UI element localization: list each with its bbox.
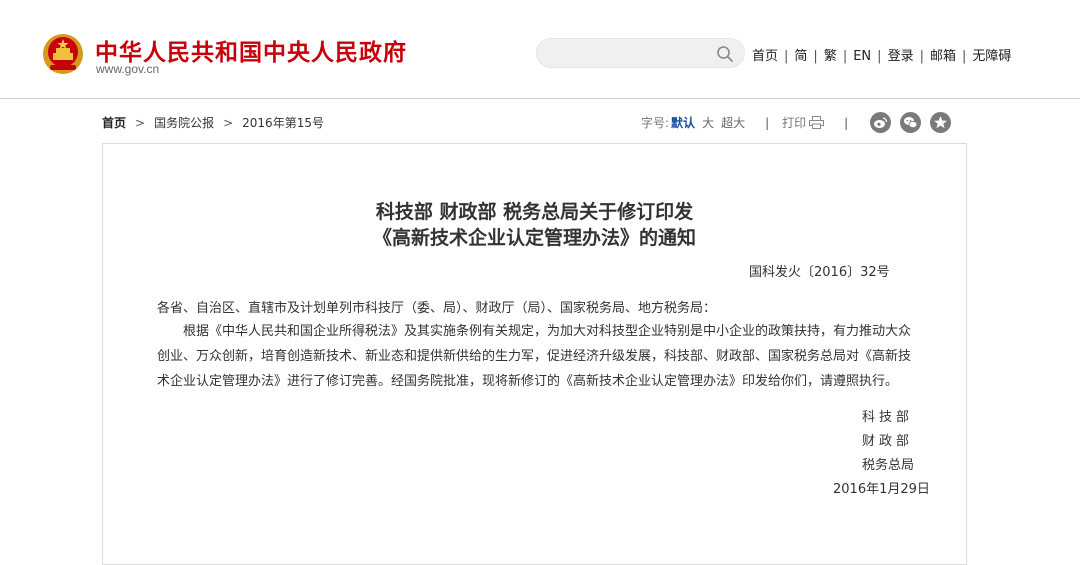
breadcrumb-bar: 首页 > 国务院公报 >2016年第15号 字号: 默认 大 超大 | 打印 | <box>0 99 1080 143</box>
document-title-line2: 《高新技术企业认定管理办法》的通知 <box>372 227 696 249</box>
breadcrumb-home[interactable]: 首页 <box>102 116 126 130</box>
signer-most: 科技部 <box>862 410 914 425</box>
print-label: 打印 <box>782 116 807 130</box>
chevron-right-icon: > <box>135 116 146 130</box>
signer-sat: 税务总局 <box>862 458 915 473</box>
signer-mof: 财政部 <box>862 434 914 449</box>
search-icon[interactable] <box>716 45 734 63</box>
nav-separator: | <box>842 49 848 64</box>
page-tools: 字号: 默认 大 超大 | 打印 | <box>641 112 952 133</box>
document-panel: 科技部 财政部 税务总局关于修订印发 《高新技术企业认定管理办法》的通知 国科发… <box>102 143 967 565</box>
nav-traditional[interactable]: 繁 <box>824 49 837 64</box>
wechat-icon[interactable] <box>900 112 922 133</box>
favorite-icon[interactable] <box>930 112 952 133</box>
font-size-xlarge[interactable]: 超大 <box>721 114 745 131</box>
document-title-line1: 科技部 财政部 税务总局关于修订印发 <box>375 201 694 223</box>
print-button[interactable]: 打印 <box>782 114 825 131</box>
font-size-large[interactable]: 大 <box>702 114 714 131</box>
printer-icon <box>809 116 825 129</box>
chevron-right-icon: > <box>223 116 234 130</box>
nav-separator: | <box>961 49 967 64</box>
search-input[interactable] <box>551 44 715 64</box>
document-number: 国科发火〔2016〕32号 <box>749 265 890 280</box>
document-body: 根据《中华人民共和国企业所得税法》及其实施条例有关规定，为加大对科技型企业特别是… <box>157 324 912 389</box>
nav-simplified[interactable]: 简 <box>794 49 807 64</box>
nav-english[interactable]: EN <box>853 49 871 64</box>
nav-separator: | <box>784 49 789 64</box>
nav-login[interactable]: 登录 <box>888 49 914 64</box>
national-emblem-icon[interactable] <box>42 33 84 75</box>
site-header: 中华人民共和国中央人民政府 www.gov.cn 首页 | 简 | 繁 | EN | 登录 | 邮箱… <box>0 0 1080 99</box>
tool-separator: | <box>765 115 770 130</box>
font-size-label: 字号: <box>641 116 670 130</box>
nav-mail[interactable]: 邮箱 <box>930 49 956 64</box>
weibo-icon[interactable] <box>870 112 892 133</box>
document-addressee: 各省、自治区、直辖市及计划单列市科技厅（委、局）、财政厅（局）、国家税务局、地方… <box>157 301 717 316</box>
breadcrumb-gazette[interactable]: 国务院公报 <box>154 116 214 130</box>
signature-date: 2016年1月29日 <box>833 482 930 497</box>
nav-home[interactable]: 首页 <box>752 49 778 64</box>
font-size-default[interactable]: 默认 <box>671 114 695 131</box>
tool-separator: | <box>844 115 849 130</box>
search-box[interactable] <box>536 38 745 68</box>
nav-separator: | <box>813 49 818 64</box>
nav-separator: | <box>919 49 924 64</box>
top-nav: 首页 | 简 | 繁 | EN | 登录 | 邮箱 | 无障碍 <box>752 45 1011 64</box>
breadcrumb: 首页 > 国务院公报 >2016年第15号 <box>102 114 324 131</box>
breadcrumb-issue[interactable]: 2016年第15号 <box>242 116 324 130</box>
nav-separator: | <box>877 49 882 64</box>
nav-accessibility[interactable]: 无障碍 <box>972 49 1011 64</box>
site-url[interactable]: www.gov.cn <box>96 62 159 76</box>
